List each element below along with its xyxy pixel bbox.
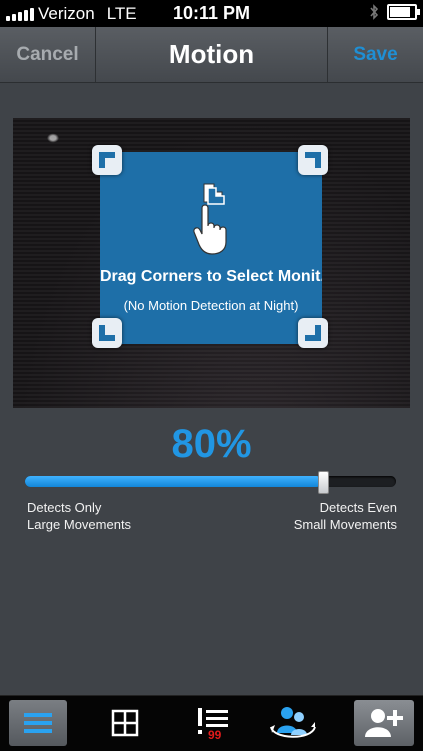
alerts-badge: 99 bbox=[208, 728, 222, 742]
slider-fill bbox=[25, 476, 322, 487]
status-bar: Verizon LTE 10:11 PM bbox=[0, 0, 423, 27]
battery-icon bbox=[387, 4, 420, 20]
drag-hand-icon bbox=[193, 183, 227, 255]
status-right bbox=[369, 4, 420, 20]
corner-handle-bottom-left[interactable] bbox=[92, 318, 122, 348]
grid-view-button[interactable] bbox=[98, 700, 152, 746]
grid-icon bbox=[111, 709, 139, 737]
drag-instruction: Drag Corners to Select Monit... bbox=[100, 268, 322, 285]
low-sensitivity-line1: Detects Only bbox=[27, 500, 102, 515]
bluetooth-icon bbox=[370, 4, 379, 20]
nav-bar: Cancel Motion Save bbox=[0, 27, 423, 83]
alerts-button[interactable]: 99 bbox=[184, 700, 240, 746]
add-user-button[interactable] bbox=[354, 700, 414, 746]
page-title: Motion bbox=[168, 39, 255, 69]
sensitivity-slider[interactable] bbox=[25, 471, 396, 494]
corner-handle-top-right[interactable] bbox=[298, 145, 328, 175]
low-sensitivity-line2: Large Movements bbox=[27, 517, 132, 532]
people-button[interactable] bbox=[263, 700, 323, 746]
save-button[interactable]: Save bbox=[327, 27, 423, 82]
bottom-toolbar: 99 bbox=[0, 695, 423, 751]
slider-thumb[interactable] bbox=[318, 471, 329, 494]
corner-handle-bottom-right[interactable] bbox=[298, 318, 328, 348]
menu-button[interactable] bbox=[9, 700, 67, 746]
night-note: (No Motion Detection at Night) bbox=[123, 298, 299, 313]
people-rotate-icon bbox=[270, 707, 316, 738]
status-time: 10:11 PM bbox=[172, 3, 251, 23]
low-sensitivity-label: Detects Only Large Movements bbox=[27, 499, 131, 533]
corner-handle-top-left[interactable] bbox=[92, 145, 122, 175]
add-user-icon bbox=[365, 709, 403, 737]
high-sensitivity-line1: Detects Even bbox=[319, 500, 397, 515]
cancel-button[interactable]: Cancel bbox=[0, 27, 96, 82]
sensitivity-value: 80% bbox=[171, 422, 252, 466]
high-sensitivity-label: Detects Even Small Movements bbox=[294, 499, 397, 533]
high-sensitivity-line2: Small Movements bbox=[293, 517, 397, 532]
menu-icon bbox=[24, 713, 52, 733]
